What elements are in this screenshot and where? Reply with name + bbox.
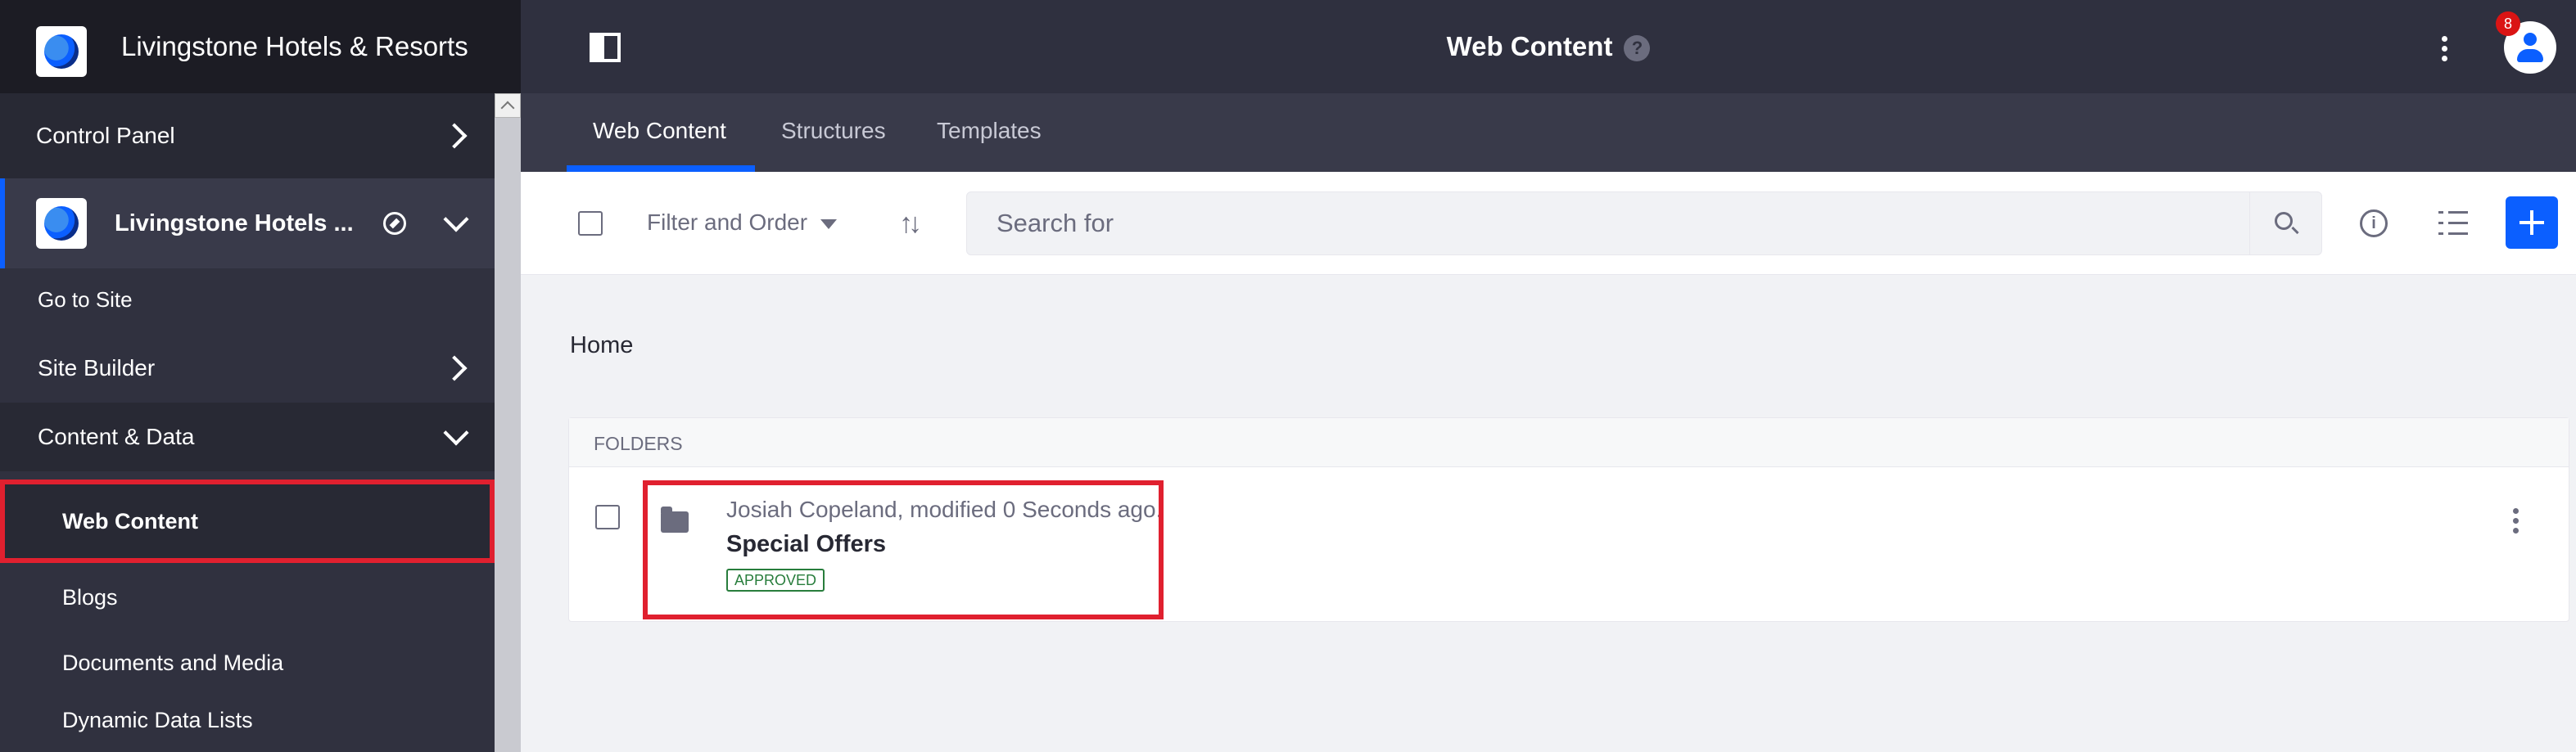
filter-and-order-label: Filter and Order <box>647 209 808 235</box>
list-view-icon[interactable] <box>2438 209 2468 237</box>
scroll-up-arrow-icon[interactable] <box>495 93 521 118</box>
control-panel-label: Control Panel <box>36 123 175 148</box>
content-data-item[interactable]: Content & Data <box>0 403 495 471</box>
search-button[interactable] <box>2249 192 2321 254</box>
control-panel-item[interactable]: Control Panel <box>0 93 495 178</box>
search-input[interactable] <box>967 192 2244 254</box>
tab-web-content[interactable]: Web Content <box>593 118 726 144</box>
folder-actions-icon[interactable] <box>2513 508 2520 538</box>
compass-icon[interactable] <box>383 212 406 235</box>
content-data-label: Content & Data <box>38 424 195 449</box>
breadcrumb[interactable]: Home <box>570 332 633 359</box>
more-options-icon[interactable] <box>2442 36 2448 65</box>
sidebar-scrollbar[interactable] <box>495 93 521 752</box>
site-builder-item[interactable]: Site Builder <box>0 334 495 403</box>
tab-structures[interactable]: Structures <box>781 118 886 144</box>
product-menu: Livingstone Hotels & Resorts Control Pan… <box>0 0 521 752</box>
select-all-checkbox[interactable] <box>578 211 603 236</box>
search-bar <box>966 191 2322 255</box>
sidebar-item-blogs[interactable]: Blogs <box>0 565 495 630</box>
sidebar-item-documents-and-media[interactable]: Documents and Media <box>0 630 495 696</box>
company-logo[interactable] <box>36 26 87 77</box>
help-icon[interactable]: ? <box>1624 35 1651 62</box>
product-menu-header: Livingstone Hotels & Resorts <box>0 0 521 93</box>
folder-highlight-box <box>643 480 1164 619</box>
notification-badge: 8 <box>2496 11 2520 36</box>
add-button[interactable] <box>2506 196 2558 249</box>
info-icon[interactable]: i <box>2360 209 2388 237</box>
page-title-text: Web Content <box>1446 31 1613 61</box>
sidebar-item-label: Blogs <box>62 584 118 610</box>
chevron-right-icon <box>441 123 468 149</box>
management-toolbar: Filter and Order ↑↓ i <box>521 172 2576 275</box>
folders-header: FOLDERS <box>569 418 2569 467</box>
site-builder-label: Site Builder <box>38 355 156 381</box>
page-title: Web Content? <box>521 31 2576 62</box>
site-selector[interactable]: Livingstone Hotels ... <box>0 178 495 268</box>
chevron-right-icon <box>441 355 468 381</box>
site-logo <box>36 198 87 249</box>
search-icon <box>2275 212 2293 230</box>
go-to-site-label: Go to Site <box>38 286 133 312</box>
filter-and-order-dropdown[interactable]: Filter and Order <box>647 209 838 236</box>
sidebar-item-web-content[interactable]: Web Content <box>0 480 495 563</box>
site-name: Livingstone Hotels ... <box>115 209 354 236</box>
sidebar-item-label: Dynamic Data Lists <box>62 707 253 732</box>
company-name: Livingstone Hotels & Resorts <box>121 31 468 61</box>
sidebar-item-label: Documents and Media <box>62 650 284 675</box>
navigation-tabs: Web Content Structures Templates <box>521 93 2576 172</box>
sidebar-item-dynamic-data-lists[interactable]: Dynamic Data Lists <box>0 687 495 752</box>
folder-row-checkbox[interactable] <box>595 505 620 529</box>
folders-header-label: FOLDERS <box>594 433 683 454</box>
chevron-down-icon[interactable] <box>443 206 469 232</box>
chevron-down-icon <box>443 420 469 446</box>
tab-templates[interactable]: Templates <box>937 118 1042 144</box>
folders-list: FOLDERS Josiah Copeland, modified 0 Seco… <box>568 417 2569 622</box>
caret-down-icon <box>820 218 838 229</box>
go-to-site-link[interactable]: Go to Site <box>0 275 495 324</box>
sidebar-item-label: Web Content <box>62 508 198 534</box>
active-tab-indicator <box>567 165 755 172</box>
control-menu: Web Content? 8 <box>521 0 2576 93</box>
sort-order-icon[interactable]: ↑↓ <box>899 208 922 240</box>
